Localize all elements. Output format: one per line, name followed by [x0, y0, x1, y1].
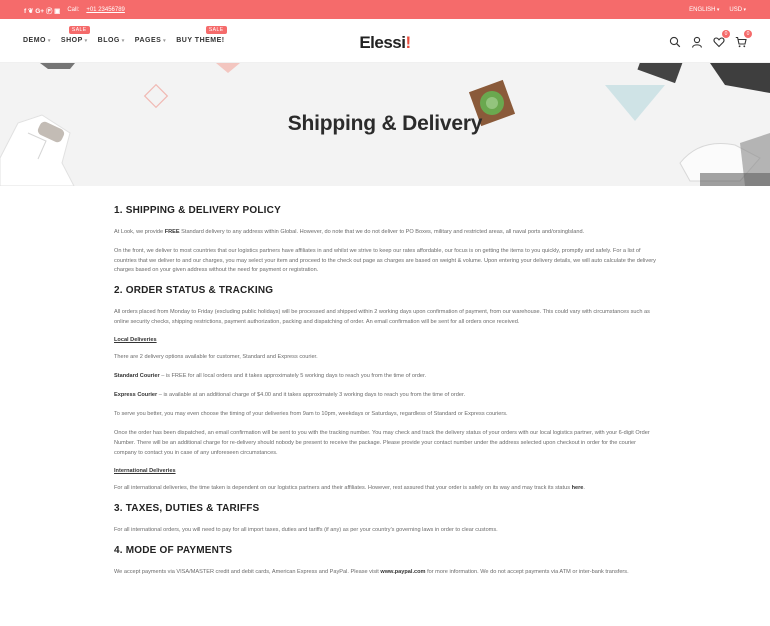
section-title: 4. MODE OF PAYMENTS — [114, 544, 233, 556]
text-strong: FREE — [164, 229, 180, 235]
nav-label: BLOG — [97, 37, 120, 44]
text-strong: Standard Courier — [114, 373, 160, 380]
paragraph: For all international deliveries, the ti… — [114, 484, 656, 494]
wishlist-icon[interactable]: 0 — [713, 29, 730, 47]
text: – is available at an additional charge o… — [157, 392, 466, 399]
logo-text: Elessi — [359, 33, 406, 52]
hero-banner: Shipping & Delivery — [0, 63, 770, 186]
paragraph: To serve you better, you may even choose… — [114, 411, 508, 418]
site-logo[interactable]: Elessi! — [359, 33, 411, 53]
paragraph: Once the order has been dispatched, an e… — [114, 430, 650, 456]
cart-count-badge: 0 — [744, 29, 752, 38]
account-icon[interactable] — [691, 35, 703, 48]
paragraph: There are 2 delivery options available f… — [114, 354, 318, 361]
call-label: Call: — [67, 6, 80, 13]
site-header: DEMO SHOPSALE BLOG PAGES BUY THEME!SALE … — [0, 19, 770, 63]
nav-item-demo[interactable]: DEMO — [23, 37, 51, 44]
phone-link[interactable]: +01 23456789 — [86, 7, 125, 13]
top-bar-right: ENGLISH USD — [689, 7, 746, 13]
search-icon[interactable] — [669, 35, 681, 47]
page-content: 1. SHIPPING & DELIVERY POLICY At Look, w… — [114, 186, 656, 578]
cart-icon[interactable]: 0 — [735, 29, 752, 47]
section-title: 3. TAXES, DUTIES & TARIFFS — [114, 502, 260, 514]
text: We accept payments via VISA/MASTER credi… — [114, 568, 381, 575]
top-bar-left: f ❦ G+ Ⓟ ▣ Call: +01 23456789 — [24, 5, 125, 15]
page-title: Shipping & Delivery — [287, 112, 483, 135]
paragraph: All orders placed from Monday to Friday … — [114, 309, 650, 325]
text: Standard delivery to any address within … — [179, 229, 585, 235]
paragraph: On the front, we deliver to most countri… — [114, 248, 656, 274]
paypal-link[interactable]: www.paypal.com — [380, 569, 425, 575]
text: For all international deliveries, the ti… — [114, 484, 572, 491]
logo-accent: ! — [405, 33, 411, 52]
text: for more information. We do not accept p… — [425, 568, 629, 575]
nav-item-blog[interactable]: BLOG — [98, 37, 125, 44]
wishlist-count-badge: 0 — [722, 29, 730, 38]
nav-label: SHOP — [60, 37, 83, 44]
nav-label: BUY THEME! — [176, 37, 225, 44]
sale-badge: SALE — [205, 26, 227, 34]
paragraph: Standard Courier – is FREE for all local… — [114, 372, 656, 382]
paragraph: At Look, we provide FREE Standard delive… — [114, 228, 656, 238]
header-icons: 0 0 — [669, 29, 752, 48]
social-icons[interactable]: f ❦ G+ Ⓟ ▣ — [24, 5, 60, 15]
subheading-international-deliveries: International Deliveries — [114, 467, 176, 474]
language-select[interactable]: ENGLISH — [689, 7, 719, 13]
currency-select[interactable]: USD — [729, 7, 746, 13]
subheading-local-deliveries: Local Deliveries — [114, 337, 157, 344]
top-bar: f ❦ G+ Ⓟ ▣ Call: +01 23456789 ENGLISH US… — [0, 0, 770, 19]
tracking-link[interactable]: here — [572, 485, 584, 491]
section-title: 1. SHIPPING & DELIVERY POLICY — [114, 205, 281, 216]
text-strong: Express Courier — [114, 392, 158, 399]
text: – is FREE for all local orders and it ta… — [159, 373, 427, 380]
section-title: 2. ORDER STATUS & TRACKING — [114, 285, 274, 297]
nav-label: DEMO — [23, 37, 46, 44]
paragraph: For all international orders, you will n… — [114, 526, 498, 533]
nav-item-buy-theme[interactable]: BUY THEME! SALE — [176, 26, 227, 44]
nav-item-shop[interactable]: SHOP SALE — [60, 26, 90, 44]
sale-badge: SALE — [68, 26, 90, 34]
text: At Look, we provide — [114, 229, 165, 235]
nav-label: PAGES — [134, 37, 162, 44]
text: . — [583, 484, 585, 491]
main-nav: DEMO SHOP SALE BLOG PAGES BUY THEME! SALE — [23, 26, 227, 44]
nav-item-pages[interactable]: PAGES — [135, 37, 166, 44]
paragraph: We accept payments via VISA/MASTER credi… — [114, 568, 656, 578]
paragraph: Express Courier – is available at an add… — [114, 391, 656, 401]
